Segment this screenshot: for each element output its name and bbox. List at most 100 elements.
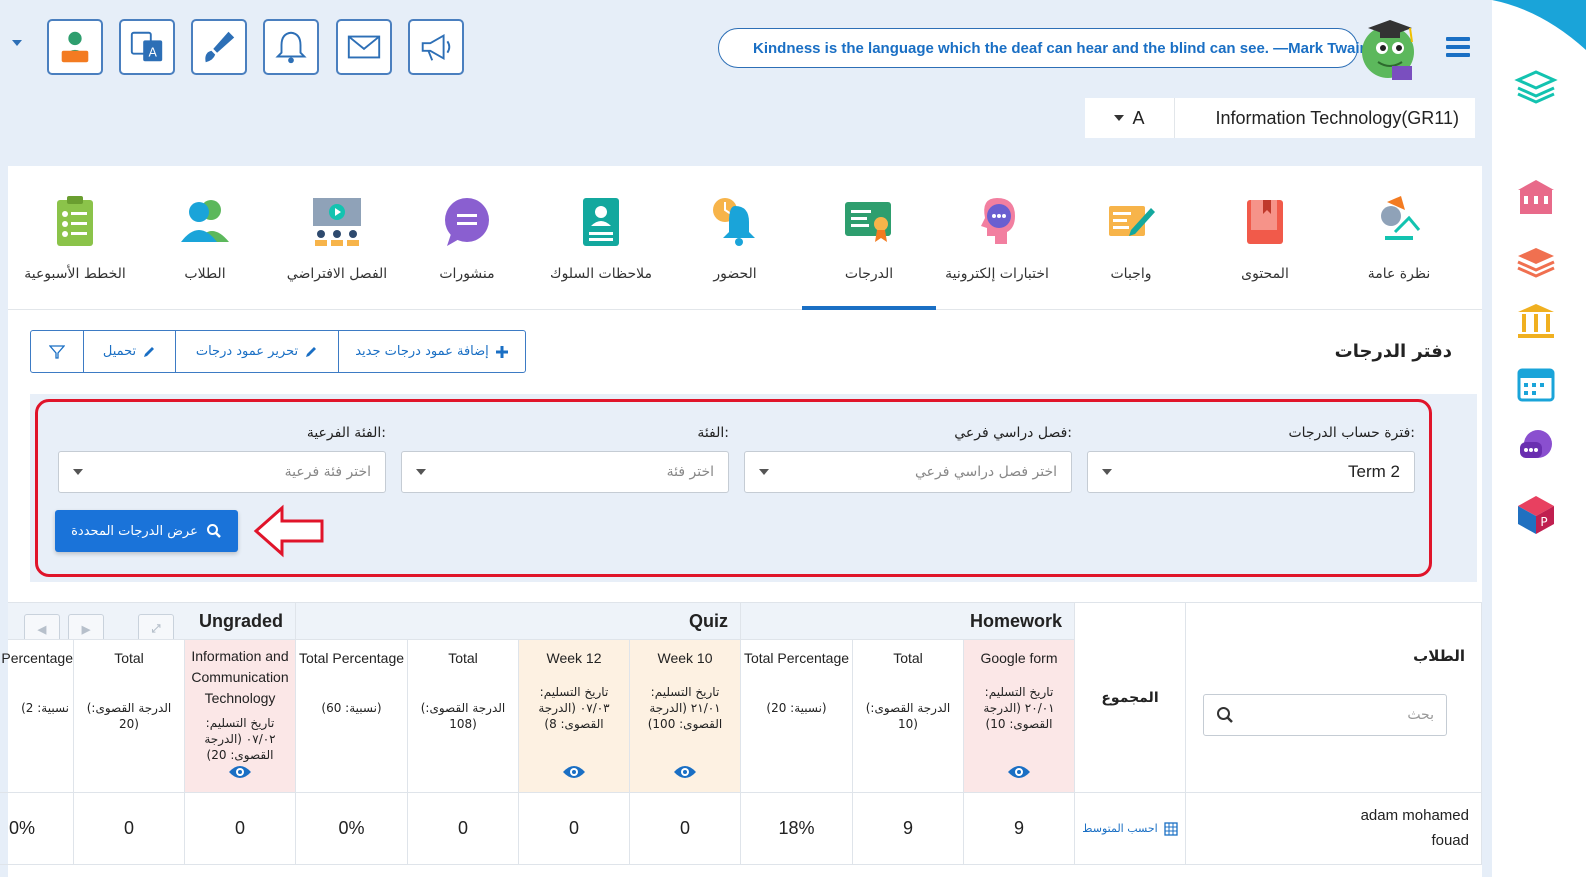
period-select[interactable]: Term 2 (1087, 451, 1415, 493)
funnel-icon (49, 344, 65, 359)
col-subtitle: (الدرجة القصوى: 20) (86, 701, 172, 731)
col-title: Information and Communication Technology (191, 648, 289, 706)
translate-button[interactable]: A (119, 19, 175, 75)
theme-brush-button[interactable] (191, 19, 247, 75)
svg-text:P: P (1540, 515, 1547, 529)
tab-students[interactable]: الطلاب (138, 166, 272, 310)
behavior-notes-icon (583, 198, 619, 246)
group-ungraded: ◀ ▶ ⤢ Ungraded (8, 602, 296, 640)
gradebook-title: دفتر الدرجات (1334, 341, 1452, 362)
edit-grade-column-button[interactable]: تحرير عمود درجات (175, 331, 338, 372)
stack-logo-icon (1514, 70, 1558, 104)
col-quiz-total: Total (الدرجة القصوى: 108) (408, 640, 519, 793)
sidebar-item-calendar[interactable] (1514, 362, 1558, 406)
announcements-button[interactable] (408, 19, 464, 75)
course-selector[interactable]: A Information Technology(GR11) (1085, 98, 1475, 138)
tab-posts[interactable]: منشورات (400, 166, 534, 310)
tab-label: الخطط الأسبوعية (24, 266, 126, 282)
sidebar-item-app[interactable]: P (1514, 492, 1558, 536)
cell-ict[interactable]: 0 (185, 793, 296, 865)
col-quiz-percentage: Total Percentage (نسبية: 60) (296, 640, 408, 793)
grade-table: الطلاب بحث المجموع Homework Quiz ◀ ▶ ⤢ U… (0, 602, 1482, 877)
cell-ungraded-percentage: 0% (0, 793, 74, 865)
brush-icon (205, 31, 235, 63)
col-homework-percentage: Total Percentage (نسبية: 20) (741, 640, 853, 793)
megaphone-icon (421, 33, 451, 61)
sidebar-item-books[interactable] (1514, 238, 1558, 282)
subcategory-select[interactable]: اختر فئة فرعية (58, 451, 386, 493)
cell-ungraded-total: 0 (74, 793, 185, 865)
notifications-button[interactable] (263, 19, 319, 75)
col-subtitle: (نسبية: 2 (21, 701, 69, 715)
subterm-select[interactable]: اختر فصل دراسي فرعي (744, 451, 1072, 493)
hamburger-menu-icon[interactable] (1446, 37, 1470, 57)
cell-week-10[interactable]: 0 (630, 793, 741, 865)
expand-button[interactable]: ⤢ (138, 614, 174, 639)
sidebar-item-institution[interactable] (1514, 300, 1558, 344)
translate-icon: A (130, 31, 163, 62)
quiz-icon (981, 198, 1015, 244)
eye-icon[interactable] (562, 764, 586, 780)
calculate-average-link[interactable]: احسب المتوسط (1082, 821, 1178, 836)
tab-attendance[interactable]: الحضور (668, 166, 802, 310)
cell-google-form[interactable]: 9 (964, 793, 1075, 865)
eye-icon[interactable] (228, 764, 252, 780)
tab-weekly-plans[interactable]: الخطط الأسبوعية (8, 166, 142, 310)
show-button-label: عرض الدرجات المحددة (71, 523, 198, 539)
col-title: Percentage (1, 650, 73, 666)
toolbar-menu-caret-icon[interactable] (12, 40, 22, 46)
student-search-input[interactable]: بحث (1203, 694, 1447, 736)
section-dropdown[interactable]: A (1085, 98, 1175, 138)
col-week-10[interactable]: Week 10 تاريخ التسليم: ٢١/٠١ (الدرجة الق… (630, 640, 741, 793)
plus-icon (495, 345, 508, 358)
tab-homework[interactable]: واجبات (1064, 166, 1198, 310)
scroll-left-button[interactable]: ◀ (24, 614, 60, 639)
subcategory-label: الفئة الفرعية: (306, 425, 386, 441)
weekly-plan-icon (57, 196, 93, 246)
eye-icon[interactable] (1007, 764, 1031, 780)
tab-label: المحتوى (1241, 266, 1289, 282)
tab-label: منشورات (439, 266, 495, 282)
institution-icon (1518, 304, 1554, 338)
add-grade-column-button[interactable]: إضافة عمود درجات جديد (338, 331, 525, 372)
tab-virtual-class[interactable]: الفصل الافتراضي (270, 166, 404, 310)
course-title: Information Technology(GR11) (1215, 107, 1459, 128)
teacher-profile-button[interactable] (47, 19, 103, 75)
sidebar-item-school[interactable] (1514, 176, 1558, 220)
sidebar-item-chat[interactable] (1514, 424, 1558, 468)
group-homework: Homework (741, 602, 1075, 640)
red-pointer-arrow-icon (253, 504, 324, 558)
cell-quiz-total: 0 (408, 793, 519, 865)
col-ict[interactable]: Information and Communication Technology… (185, 640, 296, 793)
category-select[interactable]: اختر فئة (401, 451, 729, 493)
svg-text:A: A (148, 46, 157, 60)
category-label: الفئة: (697, 425, 729, 441)
cell-week-12[interactable]: 0 (519, 793, 630, 865)
sidebar-logo[interactable] (1514, 64, 1558, 108)
col-week-12[interactable]: Week 12 تاريخ التسليم: ٠٧/٠٣ (الدرجة الق… (519, 640, 630, 793)
filter-button[interactable] (31, 331, 83, 372)
tab-content[interactable]: المحتوى (1198, 166, 1332, 310)
student-name: adam mohamed fouad (1360, 807, 1469, 849)
upload-label: تحميل (102, 344, 137, 359)
col-title: Total (448, 650, 478, 666)
col-google-form[interactable]: Google form تاريخ التسليم: ٢٠/٠١ (الدرجة… (964, 640, 1075, 793)
upload-button[interactable]: تحميل (83, 331, 175, 372)
col-subtitle: تاريخ التسليم: ٠٧/٠٢ (الدرجة القصوى: 20) (204, 716, 276, 762)
average-cell: احسب المتوسط (1075, 793, 1186, 865)
caret-down-icon (1114, 115, 1125, 121)
tab-behavior-notes[interactable]: ملاحظات السلوك (534, 166, 668, 310)
show-selected-grades-button[interactable]: عرض الدرجات المحددة (55, 510, 238, 552)
cell-homework-total: 9 (853, 793, 964, 865)
messages-button[interactable] (336, 19, 392, 75)
pencil-icon (306, 346, 317, 357)
tab-overview[interactable]: نظرة عامة (1332, 166, 1466, 310)
student-name-cell: adam mohamed fouad (1186, 793, 1482, 865)
col-title: Total (893, 650, 923, 666)
tab-grades[interactable]: الدرجات (802, 166, 936, 310)
scroll-right-button[interactable]: ▶ (68, 614, 104, 639)
tab-label: اختبارات إلكترونية (945, 266, 1049, 282)
tab-quizzes[interactable]: اختبارات إلكترونية (930, 166, 1064, 310)
eye-icon[interactable] (673, 764, 697, 780)
search-icon (1217, 707, 1233, 723)
